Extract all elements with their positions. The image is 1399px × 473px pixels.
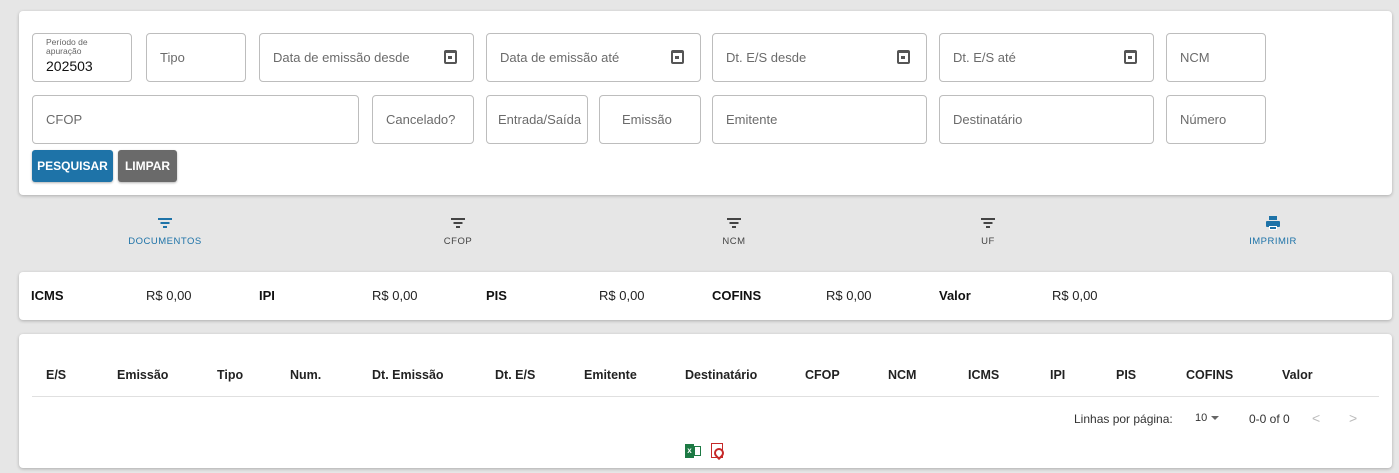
total-valor-label: Valor <box>939 288 971 303</box>
clear-button[interactable]: LIMPAR <box>118 150 177 182</box>
periodo-apuracao-label: Período de apuração <box>46 37 88 56</box>
data-emissao-desde-placeholder: Data de emissão desde <box>273 50 410 65</box>
total-valor-value: R$ 0,00 <box>1052 288 1098 303</box>
dt-es-desde-placeholder: Dt. E/S desde <box>726 50 807 65</box>
col-header[interactable]: NCM <box>888 368 916 382</box>
col-header[interactable]: Emitente <box>584 368 637 382</box>
total-ipi-value: R$ 0,00 <box>372 288 418 303</box>
col-header[interactable]: Destinatário <box>685 368 757 382</box>
col-header[interactable]: Emissão <box>117 368 168 382</box>
tab-ncm[interactable]: NCM <box>644 209 824 259</box>
filter-icon <box>981 218 995 230</box>
page-range: 0-0 of 0 <box>1249 412 1290 426</box>
tipo-placeholder: Tipo <box>160 50 185 65</box>
filter-icon <box>451 218 465 230</box>
col-header[interactable]: ICMS <box>968 368 999 382</box>
filter-panel: Período de apuração 202503 Tipo Data de … <box>19 11 1392 195</box>
col-header[interactable]: IPI <box>1050 368 1065 382</box>
numero-field[interactable]: Número <box>1166 95 1266 144</box>
entrada-saida-placeholder: Entrada/Saída <box>498 112 582 127</box>
tab-label: CFOP <box>443 236 473 247</box>
tab-label: IMPRIMIR <box>1249 236 1297 247</box>
col-header[interactable]: E/S <box>46 368 66 382</box>
cfop-field[interactable]: CFOP <box>32 95 359 144</box>
tab-label: DOCUMENTOS <box>128 236 202 247</box>
header-divider <box>32 396 1379 397</box>
search-button[interactable]: PESQUISAR <box>32 150 113 182</box>
numero-placeholder: Número <box>1180 112 1227 127</box>
data-emissao-ate-field[interactable]: Data de emissão até <box>486 33 701 82</box>
total-ipi-label: IPI <box>259 288 275 303</box>
col-header[interactable]: COFINS <box>1186 368 1233 382</box>
col-header[interactable]: Tipo <box>217 368 243 382</box>
dt-es-ate-placeholder: Dt. E/S até <box>953 50 1016 65</box>
tab-label: UF <box>981 236 995 247</box>
emitente-field[interactable]: Emitente <box>712 95 927 144</box>
calendar-icon[interactable] <box>897 50 910 64</box>
entrada-saida-select[interactable]: Entrada/Saída <box>486 95 588 144</box>
total-icms-value: R$ 0,00 <box>146 288 192 303</box>
ncm-placeholder: NCM <box>1180 50 1210 65</box>
print-icon <box>1266 216 1280 230</box>
emissao-select[interactable]: Emissão <box>599 95 701 144</box>
destinatario-field[interactable]: Destinatário <box>939 95 1154 144</box>
rows-per-page-label: Linhas por página: <box>1074 412 1173 426</box>
data-emissao-desde-field[interactable]: Data de emissão desde <box>259 33 474 82</box>
calendar-icon[interactable] <box>671 50 684 64</box>
cancelado-select[interactable]: Cancelado? <box>372 95 474 144</box>
chevron-down-icon <box>1211 416 1220 421</box>
calendar-icon[interactable] <box>444 50 457 64</box>
periodo-apuracao-field[interactable]: Período de apuração 202503 <box>32 33 132 82</box>
col-header[interactable]: Valor <box>1282 368 1313 382</box>
tab-label: NCM <box>722 236 746 247</box>
dt-es-ate-field[interactable]: Dt. E/S até <box>939 33 1154 82</box>
cfop-placeholder: CFOP <box>46 112 83 127</box>
tab-uf[interactable]: UF <box>898 209 1078 259</box>
total-pis-label: PIS <box>486 288 507 303</box>
documents-table: E/S Emissão Tipo Num. Dt. Emissão Dt. E/… <box>19 334 1392 468</box>
tab-imprimir[interactable]: IMPRIMIR <box>1183 209 1363 259</box>
rows-per-page-select[interactable]: 10 <box>1195 412 1220 424</box>
total-icms-label: ICMS <box>31 288 64 303</box>
data-emissao-ate-placeholder: Data de emissão até <box>500 50 620 65</box>
col-header[interactable]: Num. <box>290 368 321 382</box>
report-tabs: DOCUMENTOS CFOP NCM UF IMPRIMIR <box>19 209 1392 259</box>
filter-icon <box>158 218 172 230</box>
dt-es-desde-field[interactable]: Dt. E/S desde <box>712 33 927 82</box>
col-header[interactable]: Dt. Emissão <box>372 368 444 382</box>
totals-bar: ICMS R$ 0,00 IPI R$ 0,00 PIS R$ 0,00 COF… <box>19 272 1392 320</box>
total-pis-value: R$ 0,00 <box>599 288 645 303</box>
col-header[interactable]: CFOP <box>805 368 840 382</box>
cancelado-placeholder: Cancelado? <box>386 112 456 127</box>
tab-cfop[interactable]: CFOP <box>368 209 548 259</box>
col-header[interactable]: Dt. E/S <box>495 368 535 382</box>
col-header[interactable]: PIS <box>1116 368 1136 382</box>
pdf-export-icon[interactable] <box>711 443 723 458</box>
next-page-button[interactable]: > <box>1349 410 1357 426</box>
total-cofins-value: R$ 0,00 <box>826 288 872 303</box>
ncm-field[interactable]: NCM <box>1166 33 1266 82</box>
emissao-placeholder: Emissão <box>622 112 672 127</box>
prev-page-button[interactable]: < <box>1312 410 1320 426</box>
total-cofins-label: COFINS <box>712 288 762 303</box>
tipo-field[interactable]: Tipo <box>146 33 246 82</box>
filter-icon <box>727 218 741 230</box>
destinatario-placeholder: Destinatário <box>953 112 1023 127</box>
periodo-apuracao-value: 202503 <box>46 58 93 74</box>
rows-per-page-value: 10 <box>1195 412 1208 424</box>
emitente-placeholder: Emitente <box>726 112 778 127</box>
excel-export-icon[interactable]: x <box>685 444 701 458</box>
tab-documentos[interactable]: DOCUMENTOS <box>75 209 255 259</box>
calendar-icon[interactable] <box>1124 50 1137 64</box>
